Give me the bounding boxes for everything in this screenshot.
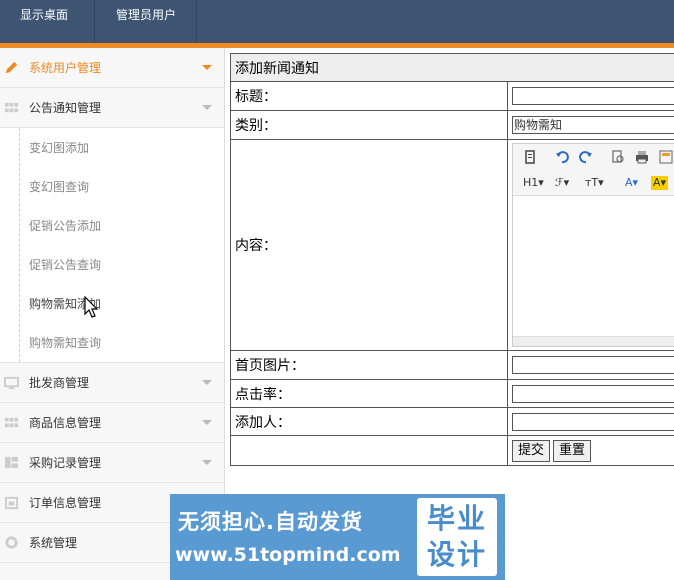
font-color-label: A [625,176,633,189]
title-label: 标题： [230,81,508,111]
buttons-spacer [230,435,508,466]
chevron-down-icon [202,105,212,110]
sidebar-item-system-users[interactable]: 系统用户管理 [0,48,224,88]
chevron-down-icon [202,460,212,465]
banner-badge: 毕业 设计 [417,498,497,576]
submenu-item-promo-add[interactable]: 促销公告添加 [29,216,101,236]
content-label: 内容： [230,139,508,351]
category-cell: 购物需知 [507,110,674,140]
reset-button[interactable]: 重置 [553,439,592,462]
highlight-label: A [653,176,661,189]
chevron-down-icon [202,380,212,385]
sidebar-item-announcements[interactable]: 公告通知管理 [0,88,224,128]
font-family-dropdown[interactable]: ℱ▾ [555,176,569,190]
sidebar-item-label: 系统用户管理 [29,61,102,75]
mouse-cursor-icon [84,296,99,318]
heading-dropdown[interactable]: H1▾ [523,176,544,190]
editor-statusbar [513,336,674,346]
sidebar-item-wholesalers[interactable]: 批发商管理 [0,363,224,403]
submenu-item-promo-query[interactable]: 促销公告查询 [29,255,101,275]
image-input[interactable] [512,356,674,374]
announcement-submenu: 变幻图添加 变幻图查询 促销公告添加 促销公告查询 购物需知添加 购物需知查询 [0,128,224,363]
image-label: 首页图片： [230,350,508,380]
submit-button[interactable]: 提交 [512,439,551,462]
sidebar-item-label: 采购记录管理 [29,456,102,470]
banner-url: www.51topmind.com [175,544,401,566]
chevron-down-icon [202,65,212,70]
font-size-dropdown[interactable]: ᴛT▾ [585,176,604,190]
calendar-icon [4,496,19,510]
content-cell: H1▾ ℱ▾ ᴛT▾ A▾ A▾ [507,139,674,351]
buttons-cell: 提交 重置 [507,435,674,466]
source-icon[interactable] [523,150,537,164]
badge-line-2: 设计 [427,538,488,571]
layout-icon [4,456,19,469]
submenu-guide-line [19,128,20,362]
undo-icon[interactable] [555,150,569,164]
heading-label: H1 [523,176,539,189]
click-rate-input[interactable] [512,384,674,403]
print-icon[interactable] [635,150,649,164]
rich-text-editor[interactable]: H1▾ ℱ▾ ᴛT▾ A▾ A▾ [512,143,674,347]
author-label: 添加人： [230,407,508,436]
sidebar-item-purchases[interactable]: 采购记录管理 [0,443,224,483]
banner-slogan: 无须担心.自动发货 [178,510,363,534]
pencil-icon [5,61,18,74]
editor-toolbar: H1▾ ℱ▾ ᴛT▾ A▾ A▾ [513,144,674,196]
click-rate-label: 点击率： [230,379,508,408]
category-input[interactable]: 购物需知 [512,116,674,134]
tab-divider [94,0,95,43]
category-label: 类别： [230,110,508,140]
chevron-down-icon [202,420,212,425]
template-icon[interactable] [659,150,673,164]
highlight-button[interactable]: A▾ [651,176,669,190]
sidebar-item-label: 商品信息管理 [29,416,102,430]
submenu-item-carousel-add[interactable]: 变幻图添加 [29,138,89,158]
sidebar-item-products[interactable]: 商品信息管理 [0,403,224,443]
title-cell [507,81,674,111]
author-cell [507,407,674,436]
admin-user-tab[interactable]: 管理员用户 [116,0,176,43]
grid-icon [4,102,19,113]
click-rate-cell [507,379,674,408]
gear-icon [5,536,18,549]
font-label: ℱ [555,176,564,189]
author-input[interactable] [512,412,674,431]
font-color-button[interactable]: A▾ [625,176,638,190]
watermark-banner: 无须担心.自动发货 www.51topmind.com 毕业 设计 [170,494,505,580]
form-title: 添加新闻通知 [230,53,674,82]
news-form: 添加新闻通知 标题： 类别： 购物需知 内容： H1▾ ℱ▾ ᴛT▾ A▾ A▾… [230,53,674,466]
title-input[interactable] [512,87,674,105]
sidebar-item-label: 系统管理 [29,536,78,550]
show-desktop-tab[interactable]: 显示桌面 [20,0,68,43]
monitor-icon [4,376,19,390]
sidebar-item-label: 公告通知管理 [29,101,102,115]
tab-divider [196,0,197,43]
redo-icon[interactable] [579,150,593,164]
grid-icon [4,417,19,428]
size-label: ᴛT [585,176,599,189]
sidebar-item-label: 订单信息管理 [29,496,102,510]
image-cell [507,350,674,380]
submenu-item-notice-query[interactable]: 购物需知查询 [29,333,101,353]
sidebar-item-label: 批发商管理 [29,376,90,390]
badge-line-1: 毕业 [427,502,488,535]
submenu-item-carousel-query[interactable]: 变幻图查询 [29,177,89,197]
top-navigation-bar: 显示桌面 管理员用户 [0,0,674,43]
main-content: 添加新闻通知 标题： 类别： 购物需知 内容： H1▾ ℱ▾ ᴛT▾ A▾ A▾… [230,53,674,466]
preview-icon[interactable] [611,150,625,164]
